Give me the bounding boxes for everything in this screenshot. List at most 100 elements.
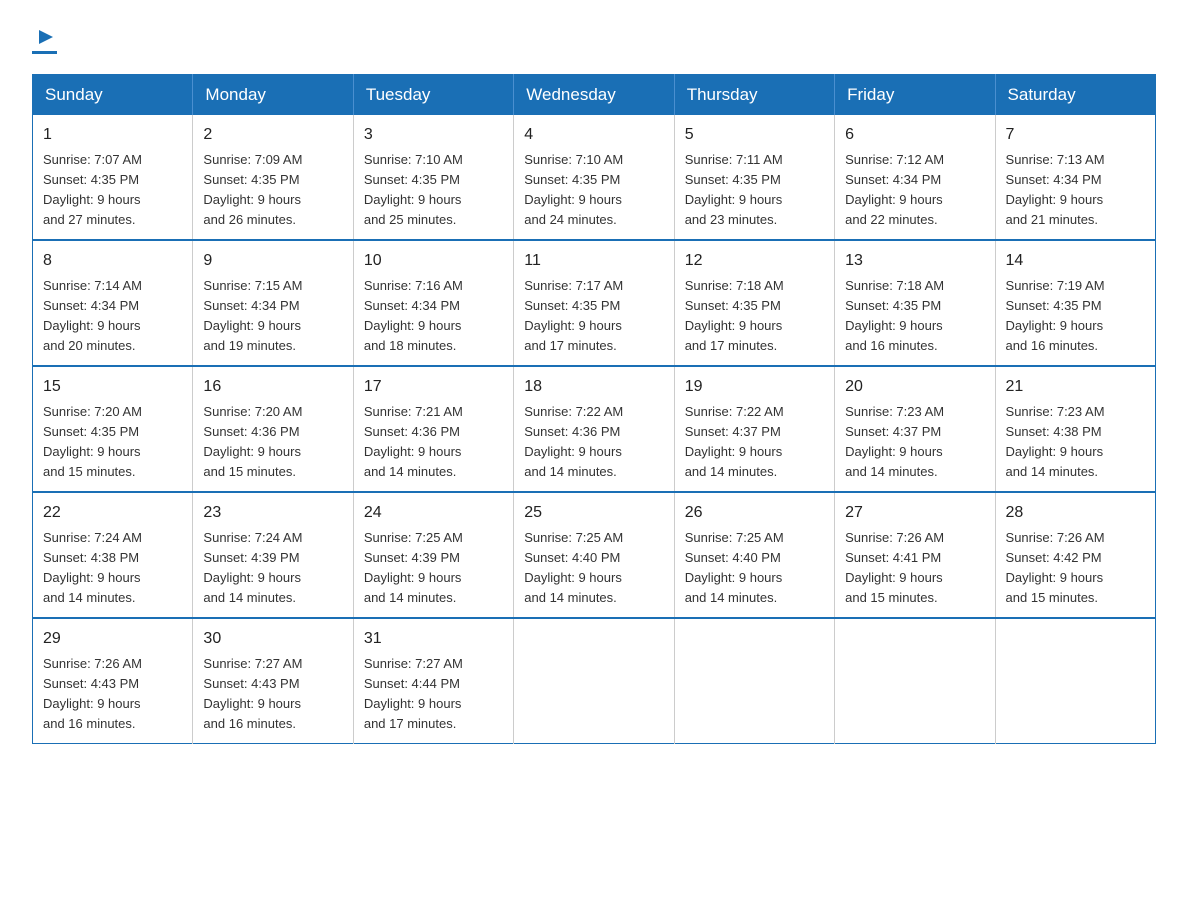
day-cell: 28 Sunrise: 7:26 AMSunset: 4:42 PMDaylig… [995,492,1155,618]
day-cell: 8 Sunrise: 7:14 AMSunset: 4:34 PMDayligh… [33,240,193,366]
day-cell: 19 Sunrise: 7:22 AMSunset: 4:37 PMDaylig… [674,366,834,492]
day-info: Sunrise: 7:27 AMSunset: 4:43 PMDaylight:… [203,656,302,732]
day-cell: 24 Sunrise: 7:25 AMSunset: 4:39 PMDaylig… [353,492,513,618]
day-info: Sunrise: 7:07 AMSunset: 4:35 PMDaylight:… [43,152,142,228]
day-info: Sunrise: 7:18 AMSunset: 4:35 PMDaylight:… [685,278,784,354]
day-number: 18 [524,375,663,399]
day-info: Sunrise: 7:16 AMSunset: 4:34 PMDaylight:… [364,278,463,354]
col-header-wednesday: Wednesday [514,74,674,115]
day-cell: 5 Sunrise: 7:11 AMSunset: 4:35 PMDayligh… [674,115,834,240]
day-number: 3 [364,123,503,147]
day-number: 20 [845,375,984,399]
day-number: 7 [1006,123,1145,147]
week-row-1: 1 Sunrise: 7:07 AMSunset: 4:35 PMDayligh… [33,115,1156,240]
day-info: Sunrise: 7:20 AMSunset: 4:35 PMDaylight:… [43,404,142,480]
day-info: Sunrise: 7:23 AMSunset: 4:38 PMDaylight:… [1006,404,1105,480]
day-header-row: SundayMondayTuesdayWednesdayThursdayFrid… [33,74,1156,115]
calendar-table: SundayMondayTuesdayWednesdayThursdayFrid… [32,74,1156,744]
day-info: Sunrise: 7:09 AMSunset: 4:35 PMDaylight:… [203,152,302,228]
day-number: 23 [203,501,342,525]
day-number: 9 [203,249,342,273]
week-row-5: 29 Sunrise: 7:26 AMSunset: 4:43 PMDaylig… [33,618,1156,744]
day-cell [514,618,674,744]
day-info: Sunrise: 7:22 AMSunset: 4:37 PMDaylight:… [685,404,784,480]
day-number: 15 [43,375,182,399]
day-number: 30 [203,627,342,651]
day-cell: 15 Sunrise: 7:20 AMSunset: 4:35 PMDaylig… [33,366,193,492]
day-info: Sunrise: 7:27 AMSunset: 4:44 PMDaylight:… [364,656,463,732]
logo [32,24,57,54]
col-header-thursday: Thursday [674,74,834,115]
day-number: 12 [685,249,824,273]
day-info: Sunrise: 7:24 AMSunset: 4:39 PMDaylight:… [203,530,302,606]
logo-arrow-icon [35,26,57,53]
day-number: 22 [43,501,182,525]
day-number: 14 [1006,249,1145,273]
day-info: Sunrise: 7:25 AMSunset: 4:40 PMDaylight:… [524,530,623,606]
day-number: 8 [43,249,182,273]
col-header-tuesday: Tuesday [353,74,513,115]
day-info: Sunrise: 7:26 AMSunset: 4:42 PMDaylight:… [1006,530,1105,606]
day-info: Sunrise: 7:25 AMSunset: 4:39 PMDaylight:… [364,530,463,606]
day-info: Sunrise: 7:19 AMSunset: 4:35 PMDaylight:… [1006,278,1105,354]
col-header-monday: Monday [193,74,353,115]
day-cell: 13 Sunrise: 7:18 AMSunset: 4:35 PMDaylig… [835,240,995,366]
day-cell: 16 Sunrise: 7:20 AMSunset: 4:36 PMDaylig… [193,366,353,492]
day-info: Sunrise: 7:20 AMSunset: 4:36 PMDaylight:… [203,404,302,480]
day-info: Sunrise: 7:14 AMSunset: 4:34 PMDaylight:… [43,278,142,354]
day-cell: 12 Sunrise: 7:18 AMSunset: 4:35 PMDaylig… [674,240,834,366]
day-number: 13 [845,249,984,273]
col-header-friday: Friday [835,74,995,115]
day-cell: 29 Sunrise: 7:26 AMSunset: 4:43 PMDaylig… [33,618,193,744]
day-info: Sunrise: 7:15 AMSunset: 4:34 PMDaylight:… [203,278,302,354]
day-cell: 9 Sunrise: 7:15 AMSunset: 4:34 PMDayligh… [193,240,353,366]
day-info: Sunrise: 7:26 AMSunset: 4:41 PMDaylight:… [845,530,944,606]
week-row-4: 22 Sunrise: 7:24 AMSunset: 4:38 PMDaylig… [33,492,1156,618]
day-info: Sunrise: 7:11 AMSunset: 4:35 PMDaylight:… [685,152,783,228]
day-cell: 20 Sunrise: 7:23 AMSunset: 4:37 PMDaylig… [835,366,995,492]
day-info: Sunrise: 7:26 AMSunset: 4:43 PMDaylight:… [43,656,142,732]
day-cell: 30 Sunrise: 7:27 AMSunset: 4:43 PMDaylig… [193,618,353,744]
day-cell: 14 Sunrise: 7:19 AMSunset: 4:35 PMDaylig… [995,240,1155,366]
day-info: Sunrise: 7:21 AMSunset: 4:36 PMDaylight:… [364,404,463,480]
day-info: Sunrise: 7:10 AMSunset: 4:35 PMDaylight:… [524,152,623,228]
day-cell: 26 Sunrise: 7:25 AMSunset: 4:40 PMDaylig… [674,492,834,618]
day-info: Sunrise: 7:12 AMSunset: 4:34 PMDaylight:… [845,152,944,228]
day-number: 1 [43,123,182,147]
col-header-sunday: Sunday [33,74,193,115]
day-number: 4 [524,123,663,147]
day-number: 5 [685,123,824,147]
day-number: 19 [685,375,824,399]
day-info: Sunrise: 7:18 AMSunset: 4:35 PMDaylight:… [845,278,944,354]
day-cell: 10 Sunrise: 7:16 AMSunset: 4:34 PMDaylig… [353,240,513,366]
day-number: 2 [203,123,342,147]
day-info: Sunrise: 7:17 AMSunset: 4:35 PMDaylight:… [524,278,623,354]
day-number: 25 [524,501,663,525]
day-number: 26 [685,501,824,525]
day-cell [674,618,834,744]
day-number: 21 [1006,375,1145,399]
day-cell: 11 Sunrise: 7:17 AMSunset: 4:35 PMDaylig… [514,240,674,366]
day-number: 29 [43,627,182,651]
day-number: 28 [1006,501,1145,525]
day-cell: 6 Sunrise: 7:12 AMSunset: 4:34 PMDayligh… [835,115,995,240]
day-cell: 7 Sunrise: 7:13 AMSunset: 4:34 PMDayligh… [995,115,1155,240]
day-info: Sunrise: 7:10 AMSunset: 4:35 PMDaylight:… [364,152,463,228]
day-cell: 27 Sunrise: 7:26 AMSunset: 4:41 PMDaylig… [835,492,995,618]
day-number: 6 [845,123,984,147]
day-info: Sunrise: 7:23 AMSunset: 4:37 PMDaylight:… [845,404,944,480]
col-header-saturday: Saturday [995,74,1155,115]
day-cell: 4 Sunrise: 7:10 AMSunset: 4:35 PMDayligh… [514,115,674,240]
day-cell: 17 Sunrise: 7:21 AMSunset: 4:36 PMDaylig… [353,366,513,492]
day-cell: 31 Sunrise: 7:27 AMSunset: 4:44 PMDaylig… [353,618,513,744]
day-cell: 22 Sunrise: 7:24 AMSunset: 4:38 PMDaylig… [33,492,193,618]
day-cell: 2 Sunrise: 7:09 AMSunset: 4:35 PMDayligh… [193,115,353,240]
day-cell: 18 Sunrise: 7:22 AMSunset: 4:36 PMDaylig… [514,366,674,492]
week-row-3: 15 Sunrise: 7:20 AMSunset: 4:35 PMDaylig… [33,366,1156,492]
day-info: Sunrise: 7:13 AMSunset: 4:34 PMDaylight:… [1006,152,1105,228]
day-cell [835,618,995,744]
day-cell: 23 Sunrise: 7:24 AMSunset: 4:39 PMDaylig… [193,492,353,618]
day-cell: 21 Sunrise: 7:23 AMSunset: 4:38 PMDaylig… [995,366,1155,492]
day-cell: 1 Sunrise: 7:07 AMSunset: 4:35 PMDayligh… [33,115,193,240]
day-number: 10 [364,249,503,273]
